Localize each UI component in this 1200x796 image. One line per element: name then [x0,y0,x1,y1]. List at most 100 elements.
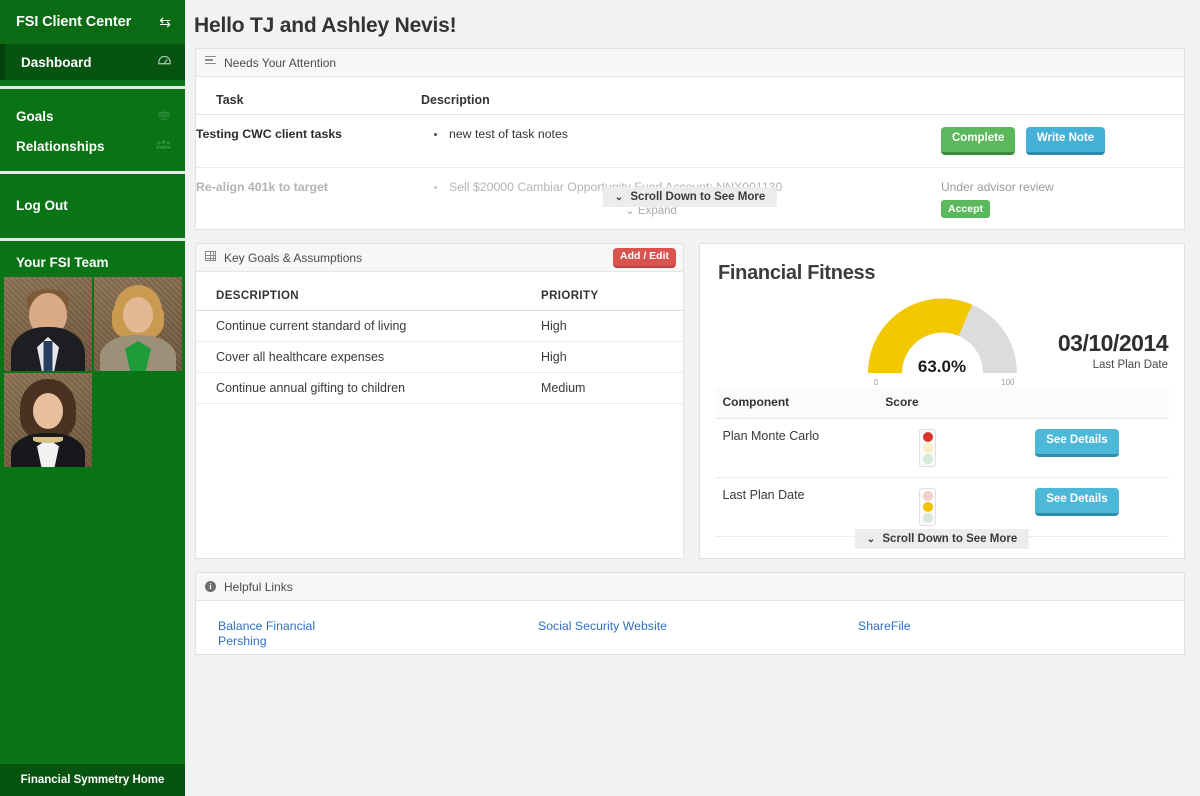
users-group-icon [156,139,171,153]
column-header-score: Score [877,387,1028,419]
lamp-red [922,491,933,501]
avatar[interactable] [94,277,182,371]
needs-attention-card: Needs Your Attention Task Description Te… [195,48,1185,230]
key-goals-table: DESCRIPTION PRIORITY Continue current st… [196,286,683,404]
component-score-cell [877,418,1028,478]
key-goals-title: Key Goals & Assumptions [224,250,363,265]
needs-attention-header: Needs Your Attention [196,49,1184,77]
attention-scroll-more[interactable]: ⌄ Scroll Down to See More [602,187,778,207]
needs-attention-title: Needs Your Attention [224,55,337,70]
links-column: Social Security Website [516,619,836,649]
table-row: Continue current standard of living High [196,310,683,342]
table-row: Plan Monte Carlo See Details [714,418,1170,478]
component-score-cell [877,477,1028,537]
column-header-component: Component [714,387,878,419]
link-social-security-website[interactable]: Social Security Website [538,619,836,634]
task-description: new test of task notes [421,127,941,141]
lamp-red [922,432,933,442]
see-details-button[interactable]: See Details [1035,488,1119,516]
lamp-green [922,513,933,523]
task-name: Re-align 401k to target [196,167,421,229]
sidebar-item-logout[interactable]: Log Out [0,190,185,220]
traffic-light-icon [919,429,937,467]
component-name: Plan Monte Carlo [714,418,878,478]
column-header-task: Task [196,77,421,115]
sidebar-item-label: Relationships [16,138,105,154]
table-row: Cover all healthcare expenses High [196,341,683,373]
goal-priority: High [541,341,683,373]
see-details-button[interactable]: See Details [1035,429,1119,457]
goal-description: Continue annual gifting to children [196,372,541,404]
goal-priority: Medium [541,372,683,404]
main-content: Hello TJ and Ashley Nevis! Needs Your At… [185,0,1200,796]
column-header-details [1027,387,1170,419]
key-goals-header: Key Goals & Assumptions Add / Edit [196,244,683,272]
component-action-cell: See Details [1027,418,1170,478]
links-column: Balance Financial Pershing [196,619,516,649]
complete-button[interactable]: Complete [941,127,1016,155]
component-action-cell: See Details [1027,477,1170,537]
link-sharefile[interactable]: ShareFile [858,619,1156,634]
scroll-more-label: Scroll Down to See More [882,533,1018,545]
financial-fitness-title: Financial Fitness [718,262,876,284]
sidebar-footer-label: Financial Symmetry Home [20,774,165,786]
components-table: Component Score Plan Monte Carlo See Det… [714,387,1170,537]
column-header-priority: PRIORITY [541,286,683,311]
chevron-down-icon: ⌄ [866,534,876,545]
fitness-gauge: 63.0% 0 100 [860,289,1025,387]
table-header-row: DESCRIPTION PRIORITY [196,286,683,311]
last-plan-date-label: Last Plan Date [1092,359,1168,371]
accept-badge[interactable]: Accept [941,199,991,218]
sidebar-logout-group: Log Out [0,174,185,238]
middle-row: Key Goals & Assumptions Add / Edit DESCR… [185,243,1200,559]
last-plan-date-block: 03/10/2014 Last Plan Date [1057,330,1169,371]
dashboard-gauge-icon [158,55,171,69]
lamp-yellow [922,443,933,453]
list-lines-icon [205,55,217,70]
table-row: Last Plan Date See Details [714,477,1170,537]
column-header-description: Description [421,77,941,115]
goal-description: Cover all healthcare expenses [196,341,541,373]
helpful-links-body: Balance Financial Pershing Social Securi… [196,601,1184,649]
sidebar-item-dashboard[interactable]: Dashboard [0,44,185,80]
add-edit-button[interactable]: Add / Edit [613,248,676,268]
exchange-arrows-icon[interactable]: ⇆ [159,15,171,29]
balance-scales-icon [157,109,171,124]
avatar[interactable] [4,373,92,467]
helpful-links-card: i Helpful Links Balance Financial Pershi… [195,572,1185,655]
last-plan-date-value: 03/10/2014 [1057,330,1169,356]
sidebar: FSI Client Center ⇆ Dashboard Goals Rela… [0,0,185,796]
sidebar-item-goals[interactable]: Goals [0,101,185,131]
helpful-links-header: i Helpful Links [196,573,1184,601]
column-header-description: DESCRIPTION [196,286,541,311]
needs-attention-body: Task Description Testing CWC client task… [196,77,1184,229]
lamp-yellow [922,502,933,512]
fitness-scroll-more[interactable]: ⌄ Scroll Down to See More [854,529,1030,549]
avatar[interactable] [4,277,92,371]
link-balance-financial[interactable]: Balance Financial [218,619,516,634]
column-header-actions [941,77,1184,115]
links-column: ShareFile [836,619,1156,649]
link-pershing[interactable]: Pershing [218,634,516,649]
sidebar-brand[interactable]: FSI Client Center ⇆ [0,0,185,44]
scroll-more-label: Scroll Down to See More [630,191,766,203]
goal-description: Continue current standard of living [196,310,541,342]
helpful-links-title: Helpful Links [224,579,293,594]
table-grid-icon [205,251,217,264]
status-text: Under advisor review [941,179,1054,194]
sidebar-item-relationships[interactable]: Relationships [0,131,185,161]
info-circle-icon: i [205,581,217,592]
sidebar-footer-link[interactable]: Financial Symmetry Home [0,764,185,796]
task-actions: Complete Write Note [941,114,1184,168]
brand-title: FSI Client Center [16,14,132,30]
write-note-button[interactable]: Write Note [1025,127,1106,155]
sidebar-team-section: Your FSI Team [0,241,185,468]
table-header-row: Task Description [196,77,1184,115]
gauge-value-label: 63.0% [917,357,967,376]
component-name: Last Plan Date [714,477,878,537]
task-description-cell: new test of task notes [421,114,941,168]
page-title: Hello TJ and Ashley Nevis! [194,14,457,37]
traffic-light-icon [919,488,937,526]
sidebar-nav-group: Goals Relationships [0,89,185,171]
gauge-min-label: 0 [873,378,878,387]
